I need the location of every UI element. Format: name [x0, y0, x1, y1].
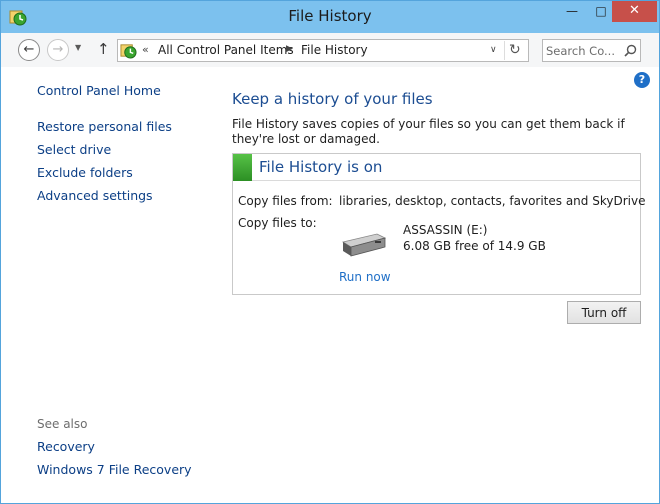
recent-locations-button[interactable]: ▼ [75, 43, 81, 52]
search-box[interactable] [542, 39, 641, 62]
drive-name: ASSASSIN (E:) [403, 223, 488, 237]
breadcrumb-separator-icon[interactable]: ▶ [286, 44, 293, 54]
search-icon[interactable] [624, 44, 637, 57]
copy-to-label: Copy files to: [238, 216, 317, 230]
exclude-folders-link[interactable]: Exclude folders [37, 165, 133, 180]
drive-free-space: 6.08 GB free of 14.9 GB [403, 239, 546, 253]
maximize-icon: □ [595, 4, 607, 18]
run-now-link[interactable]: Run now [339, 270, 391, 284]
status-header: File History is on [233, 154, 640, 181]
forward-arrow-icon: → [52, 42, 64, 57]
minimize-icon: — [566, 4, 578, 18]
title-bar[interactable]: File History — □ ✕ [1, 1, 659, 33]
refresh-icon[interactable]: ↻ [509, 42, 521, 58]
file-history-status-panel: File History is on Copy files from: libr… [232, 153, 645, 295]
address-bar[interactable]: « All Control Panel Items ▶ File History… [117, 39, 529, 62]
page-title: Keep a history of your files [232, 90, 433, 108]
content-area: ? Control Panel Home Restore personal fi… [1, 67, 659, 503]
up-arrow-icon: ↑ [97, 40, 110, 58]
control-panel-home-link[interactable]: Control Panel Home [37, 83, 161, 98]
file-history-icon [120, 44, 137, 59]
restore-personal-files-link[interactable]: Restore personal files [37, 119, 172, 134]
back-button[interactable]: ← [18, 39, 40, 61]
turn-off-button[interactable]: Turn off [567, 301, 641, 324]
select-drive-link[interactable]: Select drive [37, 142, 111, 157]
chevron-down-icon: ▼ [75, 43, 82, 52]
status-title: File History is on [259, 158, 383, 176]
breadcrumb-overflow-icon[interactable]: « [142, 43, 149, 56]
maximize-button[interactable]: □ [587, 1, 615, 22]
status-on-indicator [233, 154, 252, 181]
close-icon: ✕ [629, 3, 640, 18]
close-button[interactable]: ✕ [612, 1, 657, 22]
forward-button[interactable]: → [47, 39, 69, 61]
search-input[interactable] [546, 42, 622, 59]
see-also-label: See also [37, 417, 88, 431]
minimize-button[interactable]: — [558, 1, 586, 22]
file-history-window: File History — □ ✕ ← → ▼ ↑ « All Control… [0, 0, 660, 504]
back-arrow-icon: ← [23, 42, 35, 57]
removable-drive-icon [341, 233, 387, 257]
recovery-link[interactable]: Recovery [37, 439, 95, 454]
address-divider [504, 41, 505, 60]
copy-from-value: libraries, desktop, contacts, favorites … [339, 194, 646, 208]
up-button[interactable]: ↑ [97, 40, 110, 58]
address-dropdown-icon[interactable]: ∨ [490, 45, 497, 55]
advanced-settings-link[interactable]: Advanced settings [37, 188, 153, 203]
windows-7-file-recovery-link[interactable]: Windows 7 File Recovery [37, 462, 192, 477]
breadcrumb-all-control-panel-items[interactable]: All Control Panel Items [158, 43, 294, 57]
page-description: File History saves copies of your files … [232, 117, 625, 146]
copy-from-label: Copy files from: [238, 194, 333, 208]
navigation-bar: ← → ▼ ↑ « All Control Panel Items ▶ File… [1, 33, 659, 67]
help-icon[interactable]: ? [634, 72, 650, 88]
breadcrumb-file-history[interactable]: File History [301, 43, 368, 57]
